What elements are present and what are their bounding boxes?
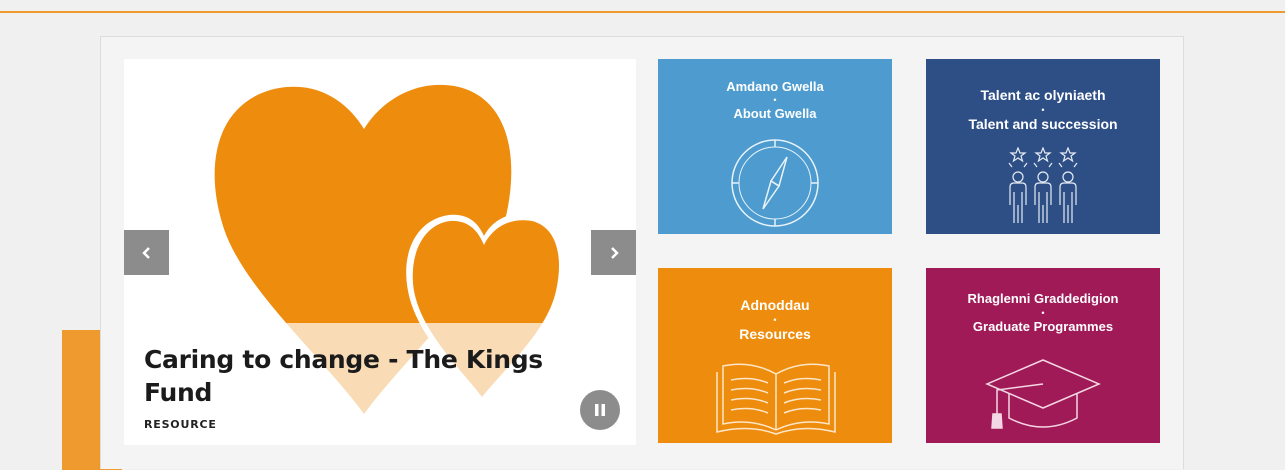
tile-title-english: Graduate Programmes bbox=[972, 319, 1114, 334]
tile-separator: • bbox=[1041, 105, 1045, 115]
tile-title-welsh: Talent ac olyniaeth bbox=[980, 87, 1106, 103]
tile-separator: • bbox=[773, 315, 777, 325]
tile-separator: • bbox=[773, 95, 777, 105]
slide-title[interactable]: Caring to change - The Kings Fund bbox=[144, 343, 564, 409]
tile-title-welsh: Adnoddau bbox=[740, 297, 810, 313]
hero-carousel[interactable]: Caring to change - The Kings Fund RESOUR… bbox=[124, 59, 636, 445]
compass-icon bbox=[731, 139, 819, 227]
tile-talent-succession[interactable]: Talent ac olyniaeth • Talent and success… bbox=[926, 59, 1160, 234]
tile-title-english: About Gwella bbox=[733, 106, 817, 121]
top-accent-rule bbox=[0, 0, 1285, 13]
tile-title-welsh: Rhaglenni Graddedigion bbox=[967, 291, 1119, 306]
tile-title-english: Talent and succession bbox=[968, 116, 1118, 132]
graduation-cap-icon bbox=[985, 359, 1101, 429]
carousel-next-button[interactable] bbox=[591, 230, 636, 275]
chevron-right-icon bbox=[610, 246, 619, 259]
open-book-icon bbox=[716, 363, 836, 435]
chevron-left-icon bbox=[141, 246, 150, 259]
carousel-pause-button[interactable] bbox=[580, 390, 620, 430]
people-stars-icon bbox=[1008, 147, 1078, 223]
tile-title-english: Resources bbox=[739, 326, 811, 342]
tile-title-welsh: Amdano Gwella bbox=[726, 79, 824, 94]
tile-separator: • bbox=[1041, 308, 1045, 318]
pause-icon bbox=[595, 404, 605, 416]
tile-resources[interactable]: Adnoddau • Resources bbox=[658, 268, 892, 443]
tile-graduate-programmes[interactable]: Rhaglenni Graddedigion • Graduate Progra… bbox=[926, 268, 1160, 443]
tile-about-gwella[interactable]: Amdano Gwella • About Gwella bbox=[658, 59, 892, 234]
slide-type-label: RESOURCE bbox=[144, 418, 217, 431]
carousel-prev-button[interactable] bbox=[124, 230, 169, 275]
